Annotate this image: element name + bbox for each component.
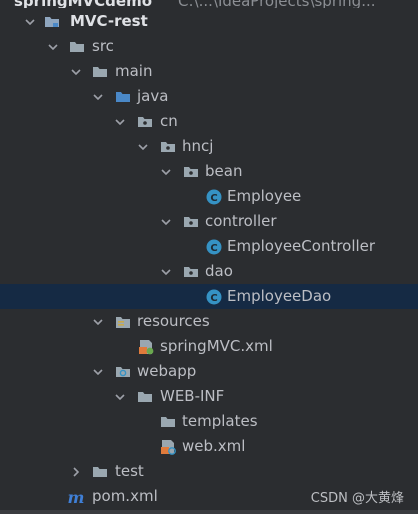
tree-row-webapp[interactable]: webapp bbox=[0, 359, 418, 384]
chevron-right-icon[interactable] bbox=[70, 459, 82, 484]
tree-row-springmvc-xml[interactable]: springMVC.xml bbox=[0, 334, 418, 359]
tree-row-resources[interactable]: resources bbox=[0, 309, 418, 334]
resources-folder-icon bbox=[114, 309, 131, 334]
chevron-down-icon[interactable] bbox=[160, 259, 172, 284]
tree-row-hncj[interactable]: hncj bbox=[0, 134, 418, 159]
chevron-down-icon[interactable] bbox=[160, 159, 172, 184]
tree-row-web-inf[interactable]: WEB-INF bbox=[0, 384, 418, 409]
chevron-down-icon[interactable] bbox=[92, 359, 104, 384]
tree-label: cn bbox=[160, 112, 178, 130]
watermark: CSDN @大黄烽 bbox=[310, 491, 404, 506]
tree-label: web.xml bbox=[182, 437, 246, 455]
folder-icon bbox=[159, 409, 176, 434]
tree-label: Employee bbox=[227, 187, 302, 205]
tree-label: springMVC.xml bbox=[160, 337, 273, 355]
tree-row-mvc-rest[interactable]: MVC-rest bbox=[0, 9, 418, 34]
folder-icon bbox=[136, 384, 153, 409]
tree-label: templates bbox=[182, 412, 258, 430]
tree-label: dao bbox=[205, 262, 233, 280]
tree-label: resources bbox=[137, 312, 210, 330]
svg-text:C: C bbox=[210, 193, 217, 204]
package-icon bbox=[159, 134, 176, 159]
web-xml-file-icon bbox=[159, 434, 176, 459]
tree-label: MVC-rest bbox=[70, 12, 148, 30]
svg-text:m: m bbox=[68, 489, 84, 505]
chevron-down-icon[interactable] bbox=[137, 134, 149, 159]
chevron-down-icon[interactable] bbox=[114, 109, 126, 134]
web-folder-icon bbox=[114, 359, 131, 384]
tree-row-main[interactable]: main bbox=[0, 59, 418, 84]
chevron-down-icon[interactable] bbox=[114, 384, 126, 409]
chevron-down-icon[interactable] bbox=[24, 9, 36, 34]
chevron-down-icon[interactable] bbox=[92, 309, 104, 334]
tree-row-dao[interactable]: dao bbox=[0, 259, 418, 284]
tree-row-templates[interactable]: templates bbox=[0, 409, 418, 434]
tree-row-test[interactable]: test bbox=[0, 459, 418, 484]
chevron-down-icon[interactable] bbox=[92, 84, 104, 109]
tree-label: java bbox=[137, 87, 169, 105]
tree-label: WEB-INF bbox=[160, 387, 225, 405]
source-folder-icon bbox=[114, 84, 131, 109]
package-icon bbox=[182, 209, 199, 234]
folder-icon bbox=[68, 34, 85, 59]
spring-xml-file-icon bbox=[137, 334, 154, 359]
svg-text:C: C bbox=[210, 243, 217, 254]
tree-label: bean bbox=[205, 162, 243, 180]
svg-text:C: C bbox=[210, 293, 217, 304]
module-folder-icon bbox=[43, 9, 60, 34]
tree-label: EmployeeDao bbox=[227, 287, 332, 305]
chevron-down-icon[interactable] bbox=[160, 209, 172, 234]
java-class-icon: C bbox=[205, 284, 222, 309]
tree-row-employee-controller[interactable]: C EmployeeController bbox=[0, 234, 418, 259]
package-icon bbox=[136, 109, 153, 134]
maven-icon: m bbox=[68, 484, 85, 509]
project-header-cut: springMVCdemo C:\...\IdeaProjects\spring… bbox=[0, 0, 418, 8]
tree-label: pom.xml bbox=[92, 487, 158, 505]
bottom-bar bbox=[0, 510, 418, 514]
tree-row-bean[interactable]: bean bbox=[0, 159, 418, 184]
tree-row-employee-dao[interactable]: C EmployeeDao bbox=[0, 284, 418, 309]
chevron-down-icon[interactable] bbox=[47, 34, 59, 59]
tree-label: test bbox=[115, 462, 144, 480]
java-class-icon: C bbox=[205, 234, 222, 259]
tree-row-cn[interactable]: cn bbox=[0, 109, 418, 134]
tree-row-controller[interactable]: controller bbox=[0, 209, 418, 234]
folder-icon bbox=[91, 59, 108, 84]
tree-label: webapp bbox=[137, 362, 197, 380]
tree-label: EmployeeController bbox=[227, 237, 376, 255]
tree-row-web-xml[interactable]: web.xml bbox=[0, 434, 418, 459]
chevron-down-icon[interactable] bbox=[70, 59, 82, 84]
tree-label: main bbox=[115, 62, 153, 80]
tree-row-employee[interactable]: C Employee bbox=[0, 184, 418, 209]
package-icon bbox=[182, 259, 199, 284]
project-name: springMVCdemo bbox=[14, 0, 152, 8]
tree-label: controller bbox=[205, 212, 277, 230]
tree-label: src bbox=[92, 37, 114, 55]
tree-row-src[interactable]: src bbox=[0, 34, 418, 59]
tree-row-java[interactable]: java bbox=[0, 84, 418, 109]
package-icon bbox=[182, 159, 199, 184]
folder-icon bbox=[91, 459, 108, 484]
java-class-icon: C bbox=[205, 184, 222, 209]
tree-label: hncj bbox=[182, 137, 214, 155]
project-path: C:\...\IdeaProjects\spring... bbox=[178, 0, 376, 8]
